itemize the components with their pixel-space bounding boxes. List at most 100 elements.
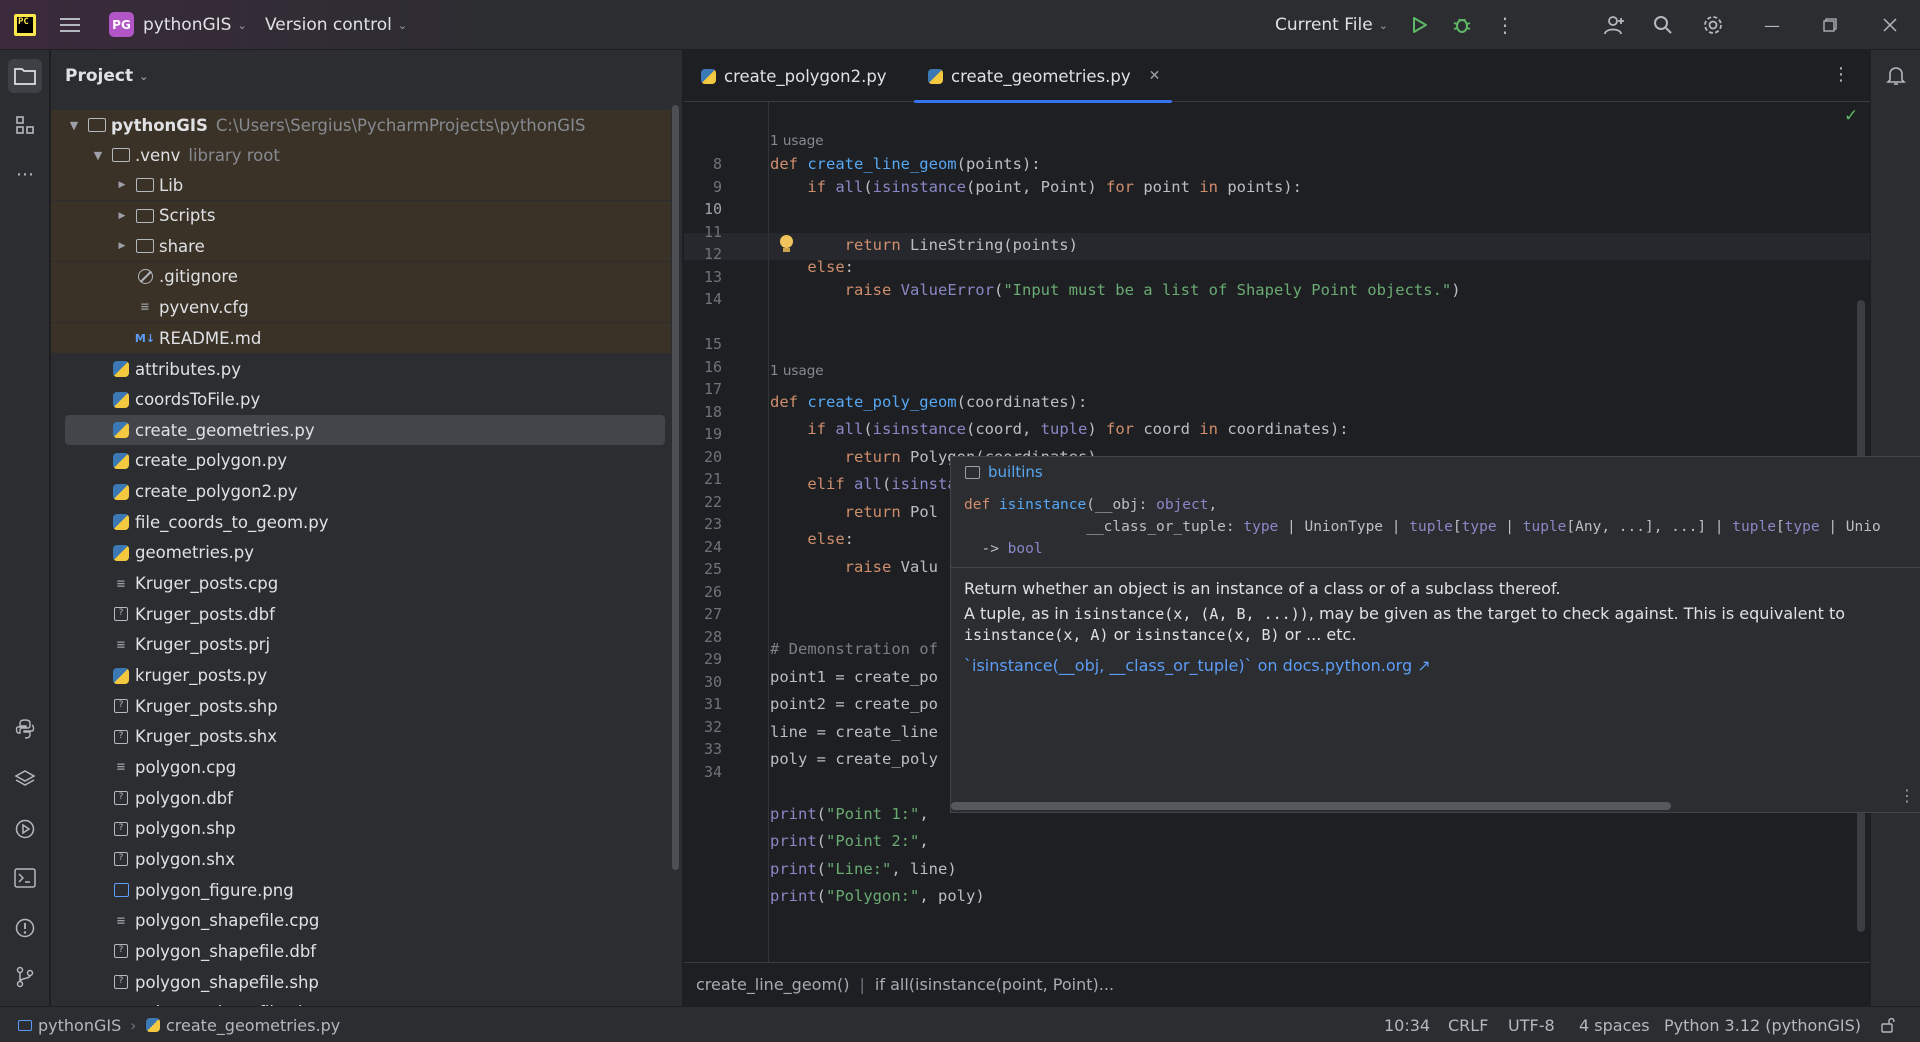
line-endings[interactable]: CRLF	[1448, 1007, 1488, 1042]
line-number[interactable]: 27	[684, 605, 722, 623]
line-number[interactable]: 30	[684, 673, 722, 691]
doc-horizontal-scrollbar[interactable]	[951, 802, 1671, 810]
tree-file-row[interactable]: file_coords_to_geom.py	[51, 507, 671, 537]
code-line-11[interactable]: else:	[770, 258, 854, 276]
doc-module-name[interactable]: builtins	[988, 463, 1043, 481]
more-vertical-icon[interactable]: ⋮	[1832, 64, 1850, 85]
line-number[interactable]: 20	[684, 448, 722, 466]
chevron-down-icon[interactable]: ▼	[67, 119, 81, 132]
tree-file-row[interactable]: M↓ README.md	[51, 323, 671, 353]
tree-file-row[interactable]: ? polygon_shapefile.shp	[51, 967, 671, 997]
tree-file-row[interactable]: .gitignore	[51, 261, 671, 292]
search-icon[interactable]	[1645, 0, 1681, 50]
project-switcher[interactable]: pythonGIS ⌄	[143, 0, 247, 50]
version-control-menu[interactable]: Version control ⌄	[265, 0, 407, 50]
restore-window-icon[interactable]	[1812, 0, 1848, 50]
tree-file-row[interactable]: ? polygon.dbf	[51, 783, 671, 813]
line-number[interactable]: 33	[684, 740, 722, 758]
code-line-15[interactable]: def create_poly_geom(coordinates):	[770, 393, 1087, 411]
more-vertical-icon[interactable]: ⋮	[1899, 786, 1915, 805]
code-line-12[interactable]: raise ValueError("Input must be a list o…	[770, 281, 1461, 299]
status-project-crumb[interactable]: pythonGIS	[18, 1007, 121, 1042]
chevron-down-icon[interactable]: ▼	[91, 149, 105, 162]
tree-file-row[interactable]: create_polygon.py	[51, 446, 671, 476]
chevron-right-icon[interactable]: ▶	[115, 180, 129, 190]
code-line-28[interactable]: poly = create_poly	[770, 750, 938, 768]
line-number[interactable]: 10	[684, 200, 722, 218]
project-badge[interactable]: PG	[109, 12, 134, 37]
notifications-bell-icon[interactable]	[1879, 59, 1913, 93]
tree-file-row[interactable]: ? polygon_shapefile.dbf	[51, 936, 671, 966]
code-line-33[interactable]: print("Polygon:", poly)	[770, 887, 985, 905]
tree-folder-row[interactable]: ▶ Lib	[51, 170, 671, 200]
tree-file-row[interactable]: ? polygon.shp	[51, 814, 671, 844]
git-branch-icon[interactable]	[8, 960, 42, 994]
breadcrumb-function[interactable]: create_line_geom()	[696, 975, 850, 994]
code-line-26[interactable]: point2 = create_po	[770, 695, 938, 713]
debug-icon[interactable]	[1444, 0, 1480, 50]
line-number[interactable]: 28	[684, 628, 722, 646]
tree-file-row[interactable]: kruger_posts.py	[51, 661, 671, 691]
project-folder-icon[interactable]	[8, 59, 42, 93]
indent-setting[interactable]: 4 spaces	[1579, 1007, 1650, 1042]
line-number[interactable]: 26	[684, 583, 722, 601]
minimize-icon[interactable]: —	[1754, 0, 1790, 50]
project-scrollbar[interactable]	[672, 105, 679, 870]
caret-position[interactable]: 10:34	[1384, 1007, 1430, 1042]
code-line-20[interactable]: else:	[770, 530, 854, 548]
tree-file-row[interactable]: polygon_figure.png	[51, 875, 671, 905]
python-packages-icon[interactable]	[8, 712, 42, 746]
lock-icon[interactable]	[1880, 1007, 1896, 1042]
tab-create-geometries[interactable]: create_geometries.py ✕	[914, 50, 1173, 103]
line-number[interactable]: 31	[684, 695, 722, 713]
code-line-16[interactable]: if all(isinstance(coord, tuple) for coor…	[770, 420, 1348, 438]
tree-file-row[interactable]: attributes.py	[51, 354, 671, 384]
line-number[interactable]: 29	[684, 650, 722, 668]
line-number[interactable]: 21	[684, 470, 722, 488]
more-tools-icon[interactable]: ⋯	[8, 157, 42, 191]
close-icon[interactable]: ✕	[1149, 68, 1161, 84]
line-number[interactable]: 14	[684, 290, 722, 308]
code-line-8[interactable]: def create_line_geom(points):	[770, 155, 1041, 173]
tree-folder-row[interactable]: ▶ Scripts	[51, 200, 671, 231]
services-run-icon[interactable]	[8, 812, 42, 846]
line-number[interactable]: 16	[684, 358, 722, 376]
structure-icon[interactable]	[8, 108, 42, 142]
more-vertical-icon[interactable]: ⋮	[1487, 0, 1523, 50]
tab-create-polygon2[interactable]: create_polygon2.py	[701, 50, 887, 102]
hamburger-menu-icon[interactable]	[60, 0, 84, 50]
tree-file-row[interactable]: ?polygon_shapefile.shx	[51, 998, 671, 1006]
code-line-31[interactable]: print("Point 2:",	[770, 832, 929, 850]
line-number[interactable]: 13	[684, 268, 722, 286]
terminal-icon[interactable]	[8, 861, 42, 895]
code-line-10[interactable]: return LineString(points)	[770, 236, 1078, 254]
status-file-crumb[interactable]: create_geometries.py	[146, 1007, 340, 1042]
problems-icon[interactable]	[8, 911, 42, 945]
gear-icon[interactable]	[1695, 0, 1731, 50]
code-line-30[interactable]: print("Point 1:",	[770, 805, 929, 823]
line-number[interactable]: 11	[684, 223, 722, 241]
tree-folder-row[interactable]: ▶ share	[51, 231, 671, 262]
usage-hint[interactable]: 1 usage	[770, 133, 824, 149]
python-interpreter[interactable]: Python 3.12 (pythonGIS)	[1664, 1007, 1861, 1042]
line-number[interactable]: 12	[684, 245, 722, 263]
line-number[interactable]: 8	[684, 155, 722, 173]
code-line-21[interactable]: raise Valu	[770, 558, 938, 576]
tree-file-row[interactable]: create_polygon2.py	[51, 477, 671, 507]
close-window-icon[interactable]	[1872, 0, 1908, 50]
line-number[interactable]: 18	[684, 403, 722, 421]
doc-external-link[interactable]: `isinstance(__obj, __class_or_tuple)` on…	[964, 656, 1431, 675]
tree-file-row[interactable]: ≡ polygon.cpg	[51, 752, 671, 782]
checkmark-icon[interactable]: ✓	[1844, 106, 1858, 126]
tree-file-row[interactable]: create_geometries.py	[65, 415, 665, 446]
usage-hint[interactable]: 1 usage	[770, 363, 824, 379]
line-number[interactable]: 15	[684, 335, 722, 353]
tree-file-row[interactable]: ? Kruger_posts.shp	[51, 691, 671, 721]
file-encoding[interactable]: UTF-8	[1508, 1007, 1555, 1042]
tree-file-row[interactable]: coordsToFile.py	[51, 385, 671, 415]
line-number[interactable]: 22	[684, 493, 722, 511]
project-view-selector[interactable]: Project ⌄	[65, 50, 148, 102]
line-number[interactable]: 32	[684, 718, 722, 736]
add-user-icon[interactable]	[1597, 0, 1633, 50]
line-number[interactable]: 24	[684, 538, 722, 556]
